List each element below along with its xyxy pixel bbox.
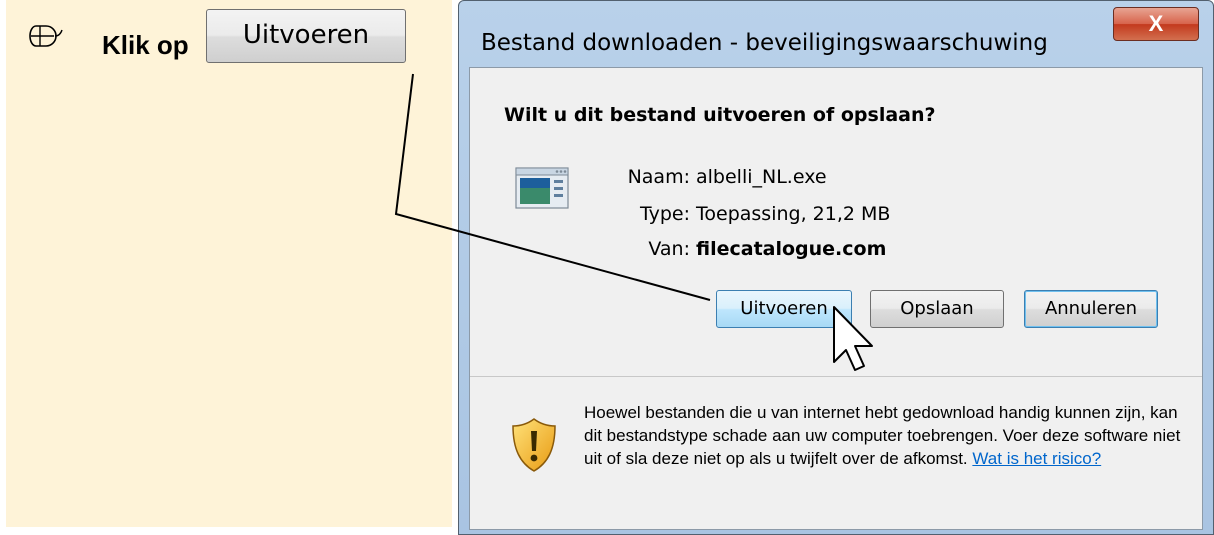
close-button[interactable]: X [1113,7,1199,41]
warning-area: Hoewel bestanden die u van internet hebt… [470,377,1202,529]
field-type-row: Type: Toepassing, 21,2 MB [470,203,1070,231]
save-button[interactable]: Opslaan [870,290,1004,328]
from-value: filecatalogue.com [696,238,887,260]
warning-text: Hoewel bestanden die u van internet hebt… [584,401,1184,470]
dialog-question: Wilt u dit bestand uitvoeren of opslaan? [504,104,936,126]
dialog-title: Bestand downloaden - beveiligingswaarsch… [481,30,1048,56]
cancel-button[interactable]: Annuleren [1024,290,1158,328]
type-label: Type: [639,203,690,225]
field-from-row: Van: filecatalogue.com [470,238,1070,266]
mouse-pointer-icon [833,306,873,371]
type-value: Toepassing, 21,2 MB [696,203,891,225]
instruction-text: Klik op [102,30,189,60]
name-value: albelli_NL.exe [696,166,827,188]
dialog-content: Wilt u dit bestand uitvoeren of opslaan?… [469,67,1203,530]
instruction-panel: Klik op Uitvoeren [6,0,452,527]
name-label: Naam: [627,166,690,188]
download-dialog: Bestand downloaden - beveiligingswaarsch… [458,0,1214,535]
shield-warning-icon [512,418,556,472]
mouse-icon [29,25,63,47]
instruction-run-button: Uitvoeren [206,9,406,63]
from-label: Van: [648,238,690,260]
risk-link[interactable]: Wat is het risico? [972,449,1101,468]
field-name-row: Naam: albelli_NL.exe [470,166,1070,194]
